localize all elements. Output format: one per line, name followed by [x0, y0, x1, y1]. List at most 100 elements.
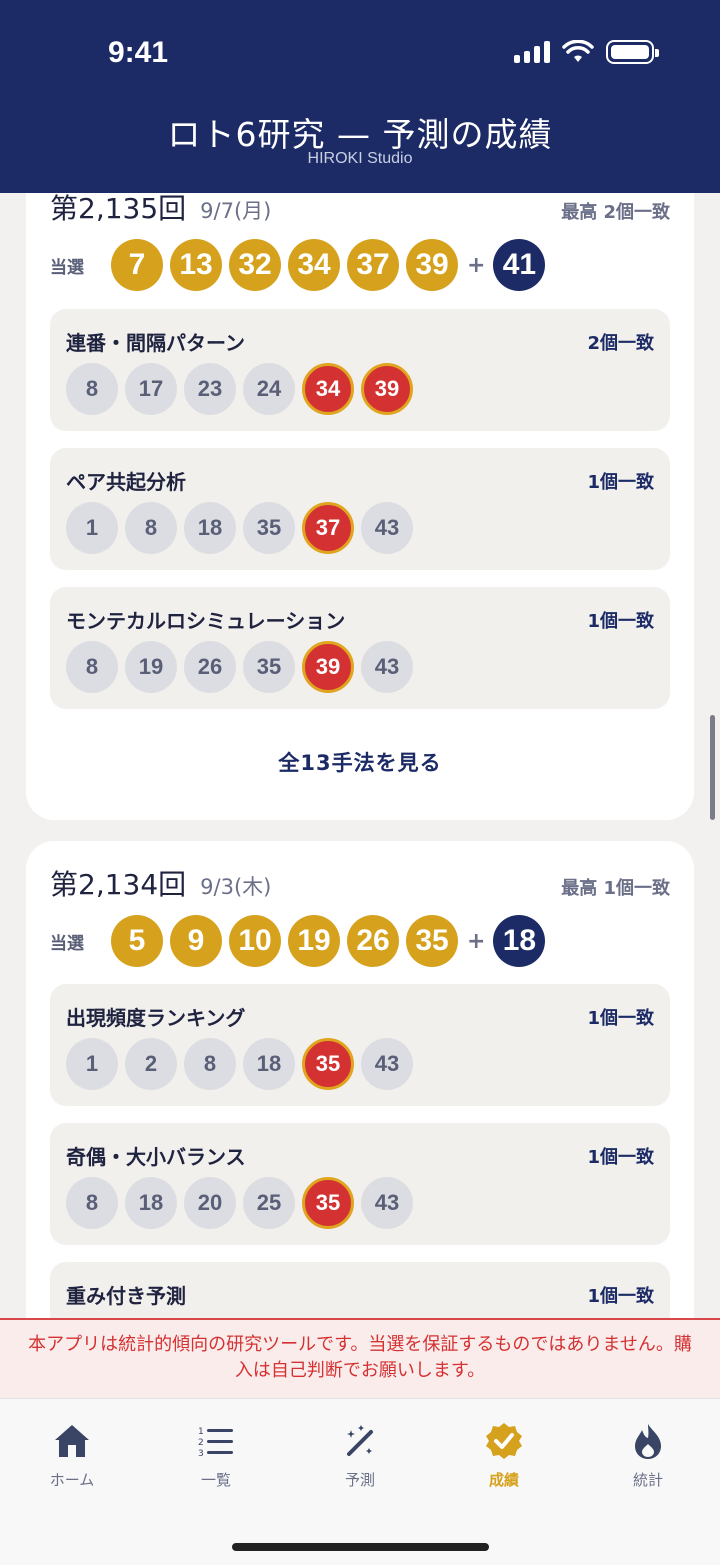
winning-numbers: 当選 5 9 10 19 26 35 + 18 [50, 915, 546, 967]
status-icons [514, 40, 659, 64]
predicted-ball: 8 [66, 363, 118, 415]
winning-ball: 39 [406, 239, 458, 291]
method-name: 連番・間隔パターン [66, 331, 245, 355]
draw-date: 9/3(木) [200, 875, 272, 899]
predicted-ball: 8 [66, 641, 118, 693]
draw-date: 9/7(月) [200, 199, 272, 223]
method-row[interactable]: 重み付き予測 1個一致 [50, 1262, 670, 1318]
winning-ball: 7 [111, 239, 163, 291]
home-icon [12, 1421, 132, 1461]
tab-label: 予測 [344, 1471, 375, 1489]
predicted-ball: 8 [66, 1177, 118, 1229]
predicted-ball: 17 [125, 363, 177, 415]
method-name: モンテカルロシミュレーション [66, 609, 346, 633]
method-match-count: 1個一致 [587, 1008, 654, 1029]
predicted-numbers: 8 17 23 24 34 39 [66, 363, 420, 415]
predicted-ball: 8 [125, 502, 177, 554]
tab-label: 統計 [632, 1471, 663, 1489]
predicted-ball-hit: 35 [302, 1038, 354, 1090]
predicted-ball-hit: 39 [302, 641, 354, 693]
method-name: ペア共起分析 [66, 470, 186, 494]
predicted-ball-hit: 34 [302, 363, 354, 415]
svg-text:2: 2 [198, 1438, 204, 1448]
method-row[interactable]: 奇偶・大小バランス 1個一致 8 18 20 25 35 43 [50, 1123, 670, 1245]
predicted-ball: 2 [125, 1038, 177, 1090]
tab-home[interactable]: ホーム [12, 1421, 132, 1490]
draw-card: 第2,134回 9/3(木) 最高 1個一致 当選 5 9 10 19 26 3… [26, 841, 694, 1318]
tab-results[interactable]: 成績 [444, 1421, 564, 1490]
bonus-ball: 18 [493, 915, 546, 967]
method-match-count: 1個一致 [587, 1147, 654, 1168]
predicted-ball: 8 [184, 1038, 236, 1090]
winning-ball: 13 [170, 239, 222, 291]
home-indicator[interactable] [232, 1543, 489, 1551]
predicted-ball-hit: 39 [361, 363, 413, 415]
predicted-numbers: 1 8 18 35 37 43 [66, 502, 420, 554]
winning-label: 当選 [50, 257, 84, 278]
method-row[interactable]: 出現頻度ランキング 1個一致 1 2 8 18 35 43 [50, 984, 670, 1106]
magic-wand-icon [300, 1421, 420, 1461]
method-match-count: 1個一致 [587, 1286, 654, 1307]
tab-label: ホーム [49, 1471, 95, 1489]
draw-number: 第2,134回 [50, 868, 187, 901]
plus-sign: + [467, 252, 486, 278]
predicted-ball: 1 [66, 502, 118, 554]
card-header: 第2,134回 9/3(木) 最高 1個一致 [50, 863, 670, 903]
best-match: 最高 2個一致 [561, 202, 670, 223]
card-header: 第2,135回 9/7(月) 最高 2個一致 [50, 193, 670, 227]
svg-text:1: 1 [198, 1427, 204, 1437]
svg-text:3: 3 [198, 1449, 204, 1458]
best-match: 最高 1個一致 [561, 878, 670, 899]
tab-stats[interactable]: 統計 [588, 1421, 708, 1490]
predicted-ball: 20 [184, 1177, 236, 1229]
app-header: 9:41 ロト6研究 — 予測の成績 HIROKI Studio [0, 0, 720, 193]
wifi-icon [562, 40, 594, 62]
status-time: 9:41 [108, 36, 169, 69]
battery-icon [606, 40, 659, 64]
predicted-numbers: 8 18 20 25 35 43 [66, 1177, 420, 1229]
method-row[interactable]: モンテカルロシミュレーション 1個一致 8 19 26 35 39 43 [50, 587, 670, 709]
predicted-numbers: 1 2 8 18 35 43 [66, 1038, 420, 1090]
winning-ball: 19 [288, 915, 340, 967]
page-title: ロト6研究 — 予測の成績 [167, 115, 553, 154]
bonus-ball: 41 [493, 239, 546, 291]
badge-check-icon [444, 1421, 564, 1461]
predicted-ball: 25 [243, 1177, 295, 1229]
winning-numbers: 当選 7 13 32 34 37 39 + 41 [50, 239, 546, 291]
tab-label: 成績 [488, 1471, 519, 1489]
tab-list[interactable]: 123 一覧 [156, 1421, 276, 1490]
see-all-methods-link[interactable]: 全13手法を見る [26, 747, 694, 777]
tab-prediction[interactable]: 予測 [300, 1421, 420, 1490]
predicted-ball: 1 [66, 1038, 118, 1090]
predicted-ball: 19 [125, 641, 177, 693]
method-match-count: 2個一致 [587, 333, 654, 354]
predicted-ball: 43 [361, 641, 413, 693]
page-subtitle: HIROKI Studio [307, 150, 413, 167]
scrollbar[interactable] [710, 715, 715, 820]
winning-ball: 35 [406, 915, 458, 967]
predicted-ball: 26 [184, 641, 236, 693]
predicted-ball: 35 [243, 502, 295, 554]
predicted-ball: 35 [243, 641, 295, 693]
results-scroll[interactable]: 第2,135回 9/7(月) 最高 2個一致 当選 7 13 32 34 37 … [0, 193, 720, 1318]
winning-ball: 26 [347, 915, 399, 967]
winning-ball: 37 [347, 239, 399, 291]
winning-label: 当選 [50, 933, 84, 954]
predicted-ball: 23 [184, 363, 236, 415]
draw-number: 第2,135回 [50, 193, 187, 225]
disclaimer-banner: 本アプリは統計的傾向の研究ツールです。当選を保証するものではありません。購入は自… [0, 1318, 720, 1398]
predicted-ball: 18 [243, 1038, 295, 1090]
method-row[interactable]: 連番・間隔パターン 2個一致 8 17 23 24 34 39 [50, 309, 670, 431]
list-icon: 123 [156, 1421, 276, 1461]
method-row[interactable]: ペア共起分析 1個一致 1 8 18 35 37 43 [50, 448, 670, 570]
winning-ball: 34 [288, 239, 340, 291]
predicted-ball-hit: 35 [302, 1177, 354, 1229]
method-match-count: 1個一致 [587, 472, 654, 493]
predicted-ball: 43 [361, 1177, 413, 1229]
predicted-ball-hit: 37 [302, 502, 354, 554]
flame-icon [588, 1421, 708, 1461]
winning-ball: 9 [170, 915, 222, 967]
plus-sign: + [467, 928, 486, 954]
predicted-ball: 43 [361, 1038, 413, 1090]
winning-ball: 5 [111, 915, 163, 967]
